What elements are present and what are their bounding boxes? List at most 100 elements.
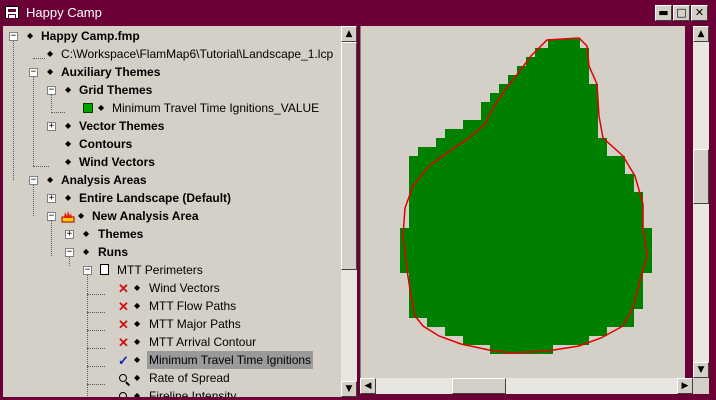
fire-icon	[61, 211, 75, 223]
tree-node-mtt-perimeters[interactable]: − MTT Perimeters	[3, 261, 333, 279]
map-canvas	[400, 37, 652, 354]
bullet-icon: ◆	[78, 211, 85, 220]
tree-node-auxiliary-themes[interactable]: − ◆ Auxiliary Themes	[3, 63, 333, 81]
tree-node-output[interactable]: ✕ ◆ MTT Major Paths	[3, 315, 333, 333]
expand-toggle[interactable]: +	[65, 230, 74, 239]
bullet-icon: ◆	[47, 175, 54, 184]
bullet-icon: ◆	[65, 85, 72, 94]
tree-label: Grid Themes	[79, 83, 153, 97]
bullet-icon: ◆	[47, 49, 54, 58]
bullet-icon: ◆	[134, 355, 141, 364]
tree-label: Themes	[98, 227, 144, 241]
tree-node-vector-themes[interactable]: + ◆ Vector Themes	[3, 117, 333, 135]
collapse-toggle[interactable]: −	[83, 266, 92, 275]
tree-label: MTT Perimeters	[117, 263, 203, 277]
grid-theme-icon	[83, 103, 93, 113]
tree-label: Runs	[98, 245, 128, 259]
tree-label: New Analysis Area	[92, 209, 199, 223]
bullet-icon: ◆	[134, 337, 141, 346]
bullet-icon: ◆	[134, 283, 141, 292]
tree-label: Auxiliary Themes	[61, 65, 161, 79]
tree-label: Happy Camp.fmp	[41, 29, 140, 43]
checkmark-icon: ✓	[118, 353, 129, 368]
app-window: Happy Camp ▬ □ ✕ − ◆ Happy Camp.fmp ◆ C:…	[0, 0, 716, 400]
size-grip[interactable]	[693, 378, 709, 394]
tree-node-new-analysis-area[interactable]: − ◆ New Analysis Area	[3, 207, 333, 225]
error-x-icon: ✕	[118, 299, 129, 314]
bullet-icon: ◆	[65, 139, 72, 148]
tree-node-wind-vectors-aux[interactable]: ◆ Wind Vectors	[3, 153, 333, 171]
tree-label: Rate of Spread	[149, 371, 230, 385]
scroll-up-button[interactable]: ▲	[341, 26, 357, 42]
map-vertical-scrollbar[interactable]: ▲ ▼	[693, 26, 709, 378]
tree-vertical-scrollbar[interactable]: ▲ ▼	[341, 26, 357, 397]
tree-label: Minimum Travel Time Ignitions	[147, 351, 314, 369]
tree-node-output[interactable]: ◆ Fireline Intensity	[3, 387, 333, 397]
maximize-button[interactable]: □	[673, 5, 690, 21]
scroll-down-button[interactable]: ▼	[341, 381, 357, 397]
document-icon	[100, 264, 109, 275]
scroll-down-button[interactable]: ▼	[693, 362, 709, 378]
title-bar[interactable]: Happy Camp ▬ □ ✕	[0, 0, 716, 26]
magnifier-icon	[119, 392, 127, 397]
collapse-toggle[interactable]: −	[9, 32, 18, 41]
scroll-up-button[interactable]: ▲	[693, 26, 709, 42]
tree-node-contours[interactable]: ◆ Contours	[3, 135, 333, 153]
collapse-toggle[interactable]: −	[65, 248, 74, 257]
tree-label: Contours	[79, 137, 133, 151]
map-view[interactable]	[360, 26, 685, 378]
collapse-toggle[interactable]: −	[29, 176, 38, 185]
scroll-thumb[interactable]	[452, 378, 506, 394]
scroll-left-button[interactable]: ◀	[360, 378, 376, 394]
bullet-icon: ◆	[65, 157, 72, 166]
app-icon[interactable]	[5, 6, 19, 19]
close-button[interactable]: ✕	[691, 5, 708, 21]
bullet-icon: ◆	[47, 67, 54, 76]
bullet-icon: ◆	[134, 319, 141, 328]
bullet-icon: ◆	[65, 121, 72, 130]
error-x-icon: ✕	[118, 317, 129, 332]
tree-label: Vector Themes	[79, 119, 165, 133]
window-title: Happy Camp	[26, 5, 102, 20]
bullet-icon: ◆	[65, 193, 72, 202]
bullet-icon: ◆	[83, 247, 90, 256]
map-horizontal-scrollbar[interactable]: ◀ ▶	[360, 378, 693, 394]
bullet-icon: ◆	[134, 373, 141, 382]
scroll-right-button[interactable]: ▶	[677, 378, 693, 394]
tree-label: Wind Vectors	[149, 281, 220, 295]
tree-node-grid-themes[interactable]: − ◆ Grid Themes	[3, 81, 333, 99]
expand-toggle[interactable]: +	[47, 194, 56, 203]
tree-node-themes[interactable]: + ◆ Themes	[3, 225, 333, 243]
scroll-thumb[interactable]	[341, 42, 357, 270]
minimize-button[interactable]: ▬	[655, 5, 672, 21]
tree-node-output[interactable]: ✕ ◆ Wind Vectors	[3, 279, 333, 297]
tree-node-analysis-areas[interactable]: − ◆ Analysis Areas	[3, 171, 333, 189]
error-x-icon: ✕	[118, 281, 129, 296]
tree-node-runs[interactable]: − ◆ Runs	[3, 243, 333, 261]
tree-node-output[interactable]: ✕ ◆ MTT Arrival Contour	[3, 333, 333, 351]
error-x-icon: ✕	[118, 335, 129, 350]
collapse-toggle[interactable]: −	[29, 68, 38, 77]
magnifier-icon	[119, 374, 127, 382]
scroll-thumb[interactable]	[693, 149, 709, 204]
tree-node-grid-theme-item[interactable]: ◆ Minimum Travel Time Ignitions_VALUE	[3, 99, 333, 117]
project-tree[interactable]: − ◆ Happy Camp.fmp ◆ C:\Workspace\FlamMa…	[3, 26, 341, 397]
tree-node-entire-landscape[interactable]: + ◆ Entire Landscape (Default)	[3, 189, 333, 207]
tree-label: C:\Workspace\FlamMap6\Tutorial\Landscape…	[61, 47, 334, 61]
tree-node-output[interactable]: ✕ ◆ MTT Flow Paths	[3, 297, 333, 315]
expand-toggle[interactable]: +	[47, 122, 56, 131]
tree-label: Entire Landscape (Default)	[79, 191, 232, 205]
tree-label: Wind Vectors	[79, 155, 155, 169]
tree-node-output[interactable]: ◆ Rate of Spread	[3, 369, 333, 387]
collapse-toggle[interactable]: −	[47, 86, 56, 95]
tree-node-project[interactable]: − ◆ Happy Camp.fmp	[3, 27, 333, 45]
tree-label: Minimum Travel Time Ignitions_VALUE	[112, 101, 320, 115]
collapse-toggle[interactable]: −	[47, 212, 56, 221]
tree-node-output-selected[interactable]: ✓ ◆ Minimum Travel Time Ignitions	[3, 351, 333, 369]
tree-label: MTT Flow Paths	[149, 299, 237, 313]
tree-label: Fireline Intensity	[149, 389, 237, 397]
tree-label: MTT Arrival Contour	[149, 335, 257, 349]
burned-area-fill	[400, 39, 652, 354]
bullet-icon: ◆	[98, 103, 105, 112]
tree-node-landscape[interactable]: ◆ C:\Workspace\FlamMap6\Tutorial\Landsca…	[3, 45, 333, 63]
